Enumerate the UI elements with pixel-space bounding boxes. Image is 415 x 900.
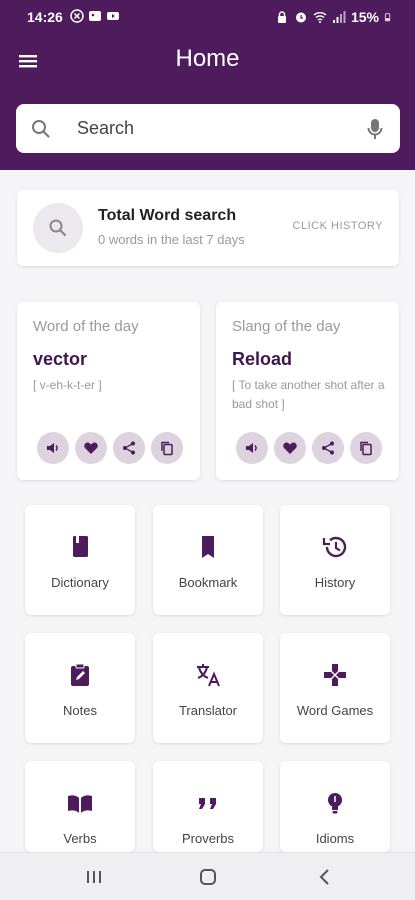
translate-icon [197,664,220,687]
tile-bookmark[interactable]: Bookmark [153,505,263,615]
tile-verbs[interactable]: Verbs [25,761,135,852]
back-icon[interactable] [313,865,337,889]
tile-label: Verbs [63,831,97,846]
status-bar: 14:26 15% [0,0,415,34]
image-icon [89,11,101,21]
tile-dictionary[interactable]: Dictionary [25,505,135,615]
tile-label: Proverbs [181,831,235,846]
quote-icon [199,798,216,809]
favorite-button[interactable] [75,432,107,464]
favorite-button[interactable] [274,432,306,464]
copy-button[interactable] [350,432,382,464]
word-of-day-card[interactable]: Word of the day vector [ v-eh-k-t-er ] [17,302,200,480]
tile-translator[interactable]: Translator [153,633,263,743]
slang-actions [236,432,382,464]
slang-of-day-meaning: [ To take another shot after a bad shot … [232,378,385,411]
bookmark-icon [202,536,214,558]
signal-icon [332,11,346,23]
speak-button[interactable] [236,432,268,464]
history-icon [322,536,347,558]
total-search-title: Total Word search [98,207,237,224]
search-icon [32,120,50,138]
word-of-day-label: Word of the day [33,318,139,335]
recent-apps-icon[interactable] [82,865,106,889]
share-icon [123,441,135,455]
youtube-icon [107,12,119,20]
tile-idioms[interactable]: Idioms [280,761,390,852]
tile-label: History [314,575,356,590]
tile-label: Notes [63,703,97,718]
notes-icon [71,663,89,686]
battery-level: 15% [350,9,379,25]
heart-icon [283,442,297,454]
slang-of-day-word: Reload [232,349,293,369]
word-actions [37,432,183,464]
system-nav-bar [0,852,415,900]
app-header: 14:26 15% Home Search [0,0,415,170]
slang-of-day-card[interactable]: Slang of the day Reload [ To take anothe… [216,302,399,480]
search-circle[interactable] [33,203,83,253]
tile-history[interactable]: History [280,505,390,615]
volume-icon [47,443,58,453]
slang-of-day-label: Slang of the day [232,318,341,335]
page-title: Home [175,45,240,72]
total-word-search-card: Total Word search 0 words in the last 7 … [17,190,399,266]
share-button[interactable] [312,432,344,464]
lock-icon [277,11,286,23]
total-search-subtitle: 0 words in the last 7 days [98,232,245,247]
word-of-day-phonetic: [ v-eh-k-t-er ] [33,378,102,392]
alarm-icon [295,12,306,23]
speak-button[interactable] [37,432,69,464]
home-icon[interactable] [196,865,220,889]
battery-icon [384,13,391,22]
gamepad-icon [324,664,346,686]
tile-label: Translator [178,703,238,718]
tile-label: Dictionary [51,575,109,590]
x-circle-icon [70,9,84,23]
tile-label: Bookmark [178,575,238,590]
share-icon [322,441,334,455]
tile-notes[interactable]: Notes [25,633,135,743]
microphone-icon[interactable] [366,117,384,141]
tile-word-games[interactable]: Word Games [280,633,390,743]
word-of-day-word: vector [33,349,88,369]
volume-icon [246,443,257,453]
copy-icon [161,441,173,456]
status-time: 14:26 [27,9,63,25]
click-history-link[interactable]: CLICK HISTORY [293,220,383,232]
heart-icon [84,442,98,454]
lightbulb-icon [328,793,342,814]
book-icon [73,536,88,557]
wifi-icon [313,12,327,23]
open-book-icon [68,795,92,813]
tile-proverbs[interactable]: Proverbs [153,761,263,852]
notification-icons [70,9,120,23]
search-icon [49,219,67,237]
tile-label: Idioms [315,831,355,846]
search-bar[interactable]: Search [16,104,400,153]
copy-icon [360,441,372,456]
tile-label: Word Games [296,703,374,718]
share-button[interactable] [113,432,145,464]
system-icons: 15% [275,9,393,25]
copy-button[interactable] [151,432,183,464]
search-input[interactable]: Search [77,118,134,139]
